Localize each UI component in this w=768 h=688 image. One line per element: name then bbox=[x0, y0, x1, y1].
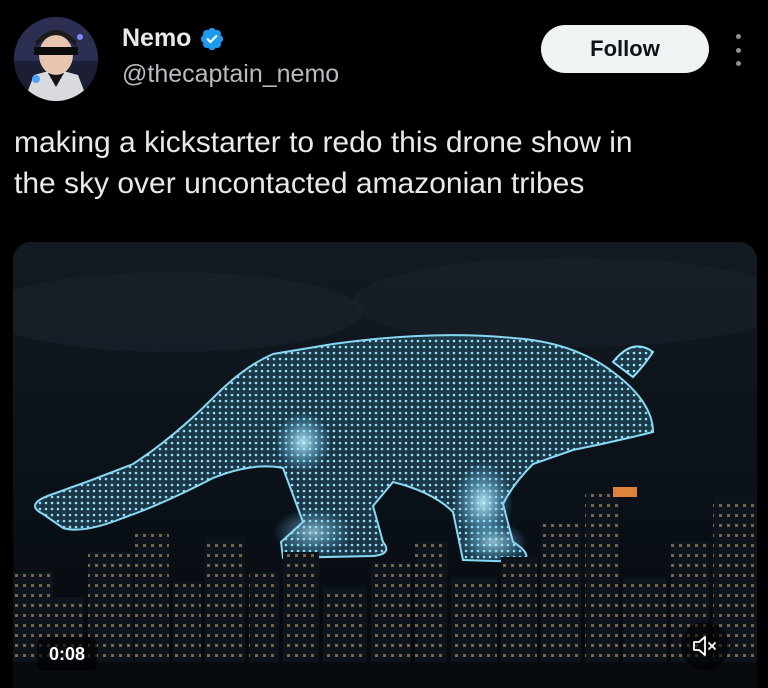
display-name[interactable]: Nemo bbox=[122, 24, 191, 53]
tweet-text-line-2: the sky over uncontacted amazonian tribe… bbox=[14, 167, 585, 200]
tweet-text: making a kickstarter to redo this drone … bbox=[14, 122, 754, 204]
verified-badge-icon bbox=[199, 26, 225, 52]
avatar-image bbox=[14, 17, 98, 101]
tweet-text-line-1: making a kickstarter to redo this drone … bbox=[14, 126, 633, 159]
video-player[interactable]: 0:08 bbox=[13, 242, 757, 688]
volume-muted-icon[interactable] bbox=[681, 622, 729, 670]
author-name-row[interactable]: Nemo bbox=[122, 24, 225, 53]
follow-button[interactable]: Follow bbox=[541, 25, 709, 73]
author-handle[interactable]: @thecaptain_nemo bbox=[122, 60, 339, 89]
more-options-icon[interactable] bbox=[733, 34, 743, 66]
video-frame bbox=[13, 242, 757, 688]
avatar[interactable] bbox=[14, 17, 98, 101]
video-duration: 0:08 bbox=[37, 637, 98, 671]
